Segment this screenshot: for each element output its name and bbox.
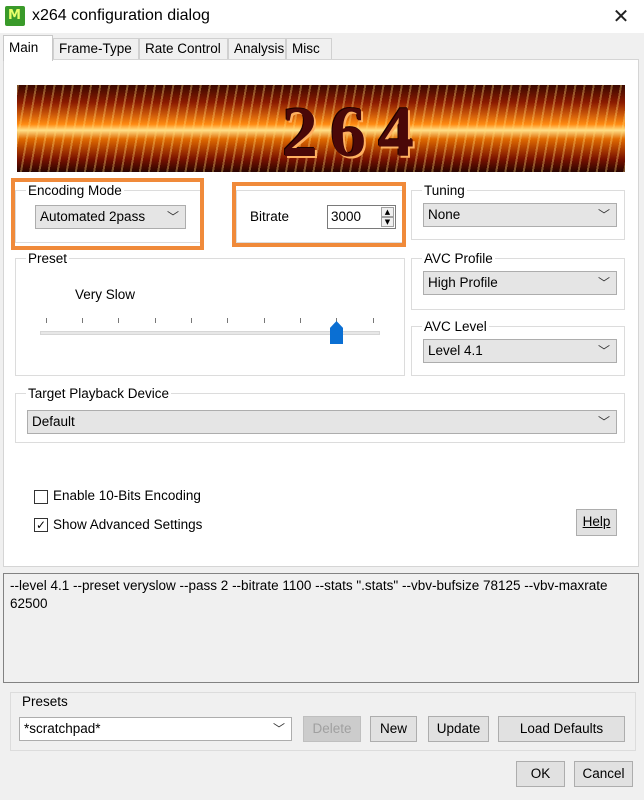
avc-level-value: Level 4.1 — [428, 343, 483, 358]
chevron-down-icon: ﹀ — [597, 344, 610, 358]
chevron-down-icon: ﹀ — [272, 722, 285, 736]
slider-tick — [300, 318, 301, 323]
tuning-value: None — [428, 207, 461, 222]
slider-tick — [191, 318, 192, 323]
tuning-dropdown[interactable]: None ﹀ — [423, 203, 617, 227]
chevron-down-icon: ﹀ — [597, 415, 610, 429]
app-icon: M — [5, 6, 25, 26]
command-line-output[interactable]: --level 4.1 --preset veryslow --pass 2 -… — [3, 573, 639, 683]
avc-profile-label: AVC Profile — [422, 251, 495, 266]
slider-tick — [373, 318, 374, 323]
help-button[interactable]: Help — [576, 509, 617, 536]
tab-main[interactable]: Main — [3, 35, 53, 61]
preset-group — [15, 258, 405, 376]
load-defaults-button[interactable]: Load Defaults — [498, 716, 625, 742]
target-device-label: Target Playback Device — [26, 386, 172, 401]
advanced-settings-label: Show Advanced Settings — [53, 517, 203, 532]
avc-profile-dropdown[interactable]: High Profile ﹀ — [423, 271, 617, 295]
tab-rate-control[interactable]: Rate Control — [139, 38, 228, 59]
slider-tick — [227, 318, 228, 323]
tab-analysis[interactable]: Analysis — [228, 38, 286, 59]
avc-level-label: AVC Level — [422, 319, 489, 334]
x264-banner: 264 — [17, 85, 625, 172]
slider-tick — [46, 318, 47, 323]
cancel-button[interactable]: Cancel — [574, 761, 633, 787]
banner-logo: 264 — [282, 92, 426, 172]
slider-tick — [155, 318, 156, 323]
avc-level-dropdown[interactable]: Level 4.1 ﹀ — [423, 339, 617, 363]
ten-bit-checkbox[interactable] — [34, 490, 48, 504]
preset-value-text: Very Slow — [75, 287, 136, 302]
tuning-label: Tuning — [422, 183, 467, 198]
delete-button[interactable]: Delete — [303, 716, 361, 742]
close-icon[interactable]: ✕ — [604, 3, 638, 29]
app-icon-glyph: M — [8, 8, 21, 23]
avc-profile-value: High Profile — [428, 275, 498, 290]
slider-tick — [264, 318, 265, 323]
update-button[interactable]: Update — [428, 716, 489, 742]
presets-value: *scratchpad* — [24, 721, 101, 736]
slider-tick — [82, 318, 83, 323]
encoding-mode-highlight — [11, 178, 204, 250]
bitrate-highlight — [232, 182, 406, 247]
target-device-value: Default — [32, 414, 75, 429]
preset-label: Preset — [26, 251, 70, 266]
window-title: x264 configuration dialog — [32, 7, 210, 24]
ten-bit-label: Enable 10-Bits Encoding — [53, 488, 201, 503]
tab-misc[interactable]: Misc — [286, 38, 332, 59]
help-button-label: Help — [582, 514, 611, 529]
advanced-settings-checkbox[interactable]: ✓ — [34, 518, 48, 532]
target-device-dropdown[interactable]: Default ﹀ — [27, 410, 617, 434]
tab-frame-type[interactable]: Frame-Type — [53, 38, 139, 59]
slider-tick — [118, 318, 119, 323]
title-bar: M x264 configuration dialog ✕ — [0, 0, 644, 33]
presets-dropdown[interactable]: *scratchpad* ﹀ — [19, 717, 292, 741]
preset-slider-track[interactable] — [40, 331, 380, 335]
chevron-down-icon: ﹀ — [597, 208, 610, 222]
ok-button[interactable]: OK — [516, 761, 565, 787]
chevron-down-icon: ﹀ — [597, 276, 610, 290]
presets-label: Presets — [20, 694, 70, 709]
new-button[interactable]: New — [370, 716, 417, 742]
